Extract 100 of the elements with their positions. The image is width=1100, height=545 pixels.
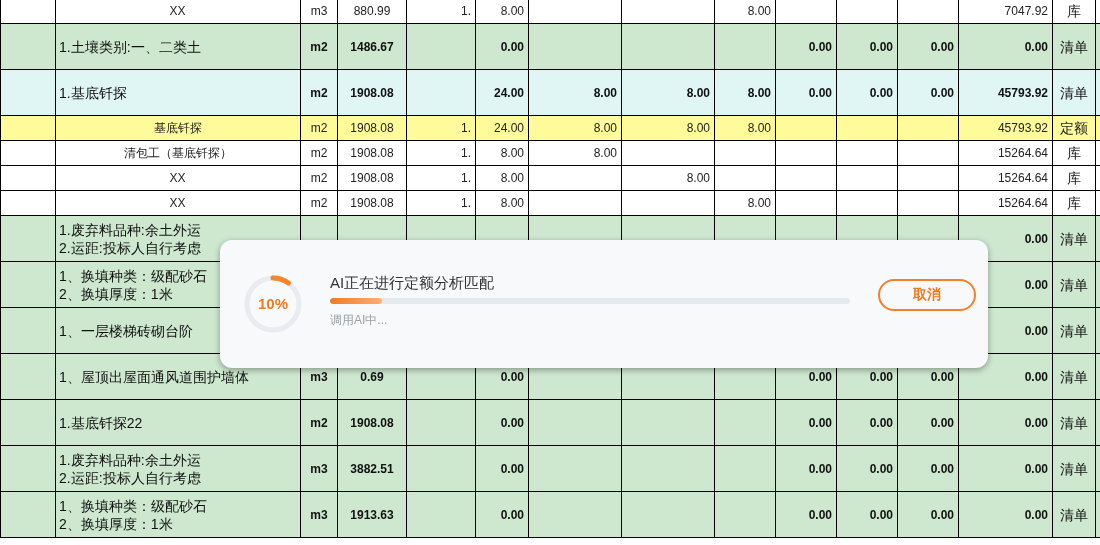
table-cell: 8.00: [475, 190, 529, 216]
table-cell: 15264.64: [958, 190, 1053, 216]
table-cell: 880.99: [337, 0, 407, 24]
table-cell: 1.基底钎探: [55, 69, 301, 116]
table-cell: m3: [300, 0, 338, 24]
table-cell: 8.00: [621, 165, 715, 191]
table-row[interactable]: 1.基底钎探 m2 1908.08 24.00 8.00 8.00 8.00 0.00 0.00 0.00 45793.92 清单: [0, 69, 1100, 116]
table-cell: 0.00: [475, 445, 529, 492]
table-cell: 清单: [1052, 69, 1096, 116]
table-cell: 8.00: [528, 115, 622, 141]
table-row[interactable]: XX m2 1908.08 1. 8.00 8.00 15264.64 库: [0, 165, 1100, 191]
table-cell: 1908.08: [337, 399, 407, 446]
table-cell: 0.00: [775, 69, 837, 116]
table-cell: 1486.67: [337, 23, 407, 70]
table-cell: 清包工（基底钎探）: [55, 140, 301, 166]
table-cell: 1908.08: [337, 190, 407, 216]
table-cell: 1.: [406, 165, 476, 191]
table-cell: 清单: [1052, 445, 1096, 492]
table-cell: 1、换填种类：级配砂石 2、换填厚度：1米: [55, 491, 301, 538]
table-cell: 1913.63: [337, 491, 407, 538]
table-row[interactable]: XX m2 1908.08 1. 8.00 8.00 15264.64 库: [0, 190, 1100, 216]
table-cell: 0.00: [836, 69, 898, 116]
table-cell: 1.土壤类别:一、二类土: [55, 23, 301, 70]
table-cell: 8.00: [475, 165, 529, 191]
table-cell: 0.00: [836, 491, 898, 538]
table-cell: 24.00: [475, 115, 529, 141]
table-cell: 清单: [1052, 307, 1096, 354]
table-cell: m2: [300, 23, 338, 70]
table-cell: 0.00: [775, 23, 837, 70]
table-cell: 24.00: [475, 69, 529, 116]
table-cell: 3882.51: [337, 445, 407, 492]
table-cell: 清单: [1052, 353, 1096, 400]
table-row[interactable]: 基底钎探 m2 1908.08 1. 24.00 8.00 8.00 8.00 45793.92 定额: [0, 115, 1100, 141]
table-cell: 8.00: [475, 140, 529, 166]
table-cell: 1.: [406, 0, 476, 24]
table-cell: 0.00: [958, 491, 1053, 538]
table-cell: 0.00: [897, 445, 959, 492]
table-cell: 库: [1052, 140, 1096, 166]
table-row[interactable]: 1.废弃料品种:余土外运 2.运距:投标人自行考虑 m3 3882.51 0.00 0.00 0.00 0.00 0.00 清单: [0, 445, 1100, 492]
table-row[interactable]: 1.基底钎探22 m2 1908.08 0.00 0.00 0.00 0.00 0.00 清单: [0, 399, 1100, 446]
table-cell: m2: [300, 190, 338, 216]
table-cell: 定额: [1052, 115, 1096, 141]
table-cell: 清单: [1052, 491, 1096, 538]
table-cell: 0.00: [836, 445, 898, 492]
table-cell: 1.: [406, 115, 476, 141]
table-cell: 15264.64: [958, 165, 1053, 191]
table-cell: 清单: [1052, 23, 1096, 70]
table-cell: 7047.92: [958, 0, 1053, 24]
table-cell: 45793.92: [958, 69, 1053, 116]
table-cell: 8.00: [475, 0, 529, 24]
table-cell: m3: [300, 491, 338, 538]
table-cell: 1.废弃料品种:余土外运 2.运距:投标人自行考虑: [55, 445, 301, 492]
table-cell: 8.00: [714, 190, 776, 216]
table-cell: 清单: [1052, 399, 1096, 446]
table-cell: m2: [300, 165, 338, 191]
table-cell: 8.00: [621, 69, 715, 116]
table-cell: 15264.64: [958, 140, 1053, 166]
table-row[interactable]: XX m3 880.99 1. 8.00 8.00 7047.92 库: [0, 0, 1100, 24]
table-row[interactable]: 1.土壤类别:一、二类土 m2 1486.67 0.00 0.00 0.00 0.00 0.00 清单: [0, 23, 1100, 70]
table-cell: 8.00: [714, 69, 776, 116]
table-cell: 1.: [406, 140, 476, 166]
table-cell: 8.00: [528, 69, 622, 116]
table-cell: 45793.92: [958, 115, 1053, 141]
table-cell: 0.00: [897, 491, 959, 538]
table-cell: 0.00: [475, 491, 529, 538]
table-cell: 基底钎探: [55, 115, 301, 141]
table-cell: 清单: [1052, 215, 1096, 262]
table-cell: 8.00: [714, 0, 776, 24]
table-row[interactable]: 清包工（基底钎探） m2 1908.08 1. 8.00 8.00 15264.64 库: [0, 140, 1100, 166]
table-cell: 库: [1052, 0, 1096, 24]
table-cell: 8.00: [714, 115, 776, 141]
table-cell: m2: [300, 115, 338, 141]
table-cell: 0.00: [897, 23, 959, 70]
table-row[interactable]: 1、换填种类：级配砂石 2、换填厚度：1米 m3 1913.63 0.00 0.00 0.00 0.00 0.00 清单: [0, 491, 1100, 538]
table-cell: 清单: [1052, 261, 1096, 308]
table-cell: 0.00: [475, 399, 529, 446]
table-cell: 0.00: [958, 23, 1053, 70]
table-cell: XX: [55, 190, 301, 216]
table-cell: m3: [300, 445, 338, 492]
table-cell: 8.00: [528, 140, 622, 166]
table-cell: 0.00: [475, 23, 529, 70]
table-cell: XX: [55, 165, 301, 191]
status-text: 调用AI中...: [330, 312, 388, 328]
table-cell: 1.: [406, 190, 476, 216]
table-cell: 0.00: [958, 445, 1053, 492]
table-cell: 0.00: [836, 399, 898, 446]
table-cell: 0.00: [958, 399, 1053, 446]
table-cell: 1.基底钎探22: [55, 399, 301, 446]
table-cell: 库: [1052, 190, 1096, 216]
table-cell: 0.00: [897, 399, 959, 446]
table-cell: 库: [1052, 165, 1096, 191]
table-cell: 8.00: [621, 115, 715, 141]
dialog-title: AI正在进行定额分析匹配: [330, 273, 495, 293]
table-cell: 1908.08: [337, 115, 407, 141]
table-cell: 1908.08: [337, 140, 407, 166]
table-cell: 0.00: [775, 491, 837, 538]
table-cell: 1908.08: [337, 69, 407, 116]
table-cell: 1908.08: [337, 165, 407, 191]
table-cell: 0.00: [897, 69, 959, 116]
table-cell: XX: [55, 0, 301, 24]
